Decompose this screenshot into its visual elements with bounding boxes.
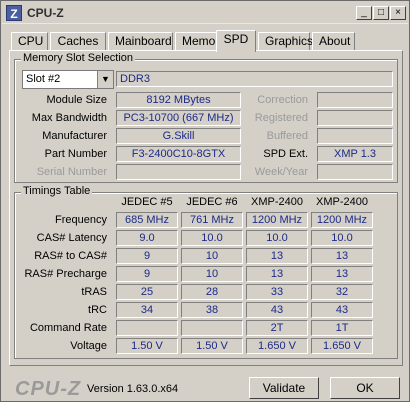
serial-number-label: Serial Number [36, 166, 107, 178]
timing-cell [181, 320, 243, 336]
timing-cell: 1200 MHz [246, 212, 308, 228]
cpuz-window: Z CPU-Z _ □ × CPU Caches Mainboard Memor… [0, 0, 410, 402]
timing-cell: 1.50 V [116, 338, 178, 354]
validate-button[interactable]: Validate [249, 377, 319, 399]
timing-cell: 2T [246, 320, 308, 336]
timing-cell: 1200 MHz [311, 212, 373, 228]
version-label: Version 1.63.0.x64 [87, 383, 179, 395]
timings-col-header: JEDEC #5 [121, 196, 173, 208]
timing-cell: 13 [311, 266, 373, 282]
timing-cell: 43 [311, 302, 373, 318]
memory-slot-group-title: Memory Slot Selection [21, 52, 136, 64]
max-bandwidth-value: PC3-10700 (667 MHz) [116, 110, 241, 126]
timing-cell: 10.0 [246, 230, 308, 246]
buffered-label: Buffered [266, 130, 308, 142]
memory-type-value: DDR3 [116, 71, 393, 87]
buffered-value [317, 128, 393, 144]
timing-cell: 685 MHz [116, 212, 178, 228]
timing-cell: 1T [311, 320, 373, 336]
timing-cell: 1.650 V [246, 338, 308, 354]
timing-cell: 13 [246, 248, 308, 264]
timing-cell: 25 [116, 284, 178, 300]
registered-label: Registered [254, 112, 308, 124]
tab-caches[interactable]: Caches [50, 32, 106, 51]
ok-button[interactable]: OK [330, 377, 400, 399]
tab-bar: CPU Caches Mainboard Memory SPD Graphics… [11, 30, 401, 52]
spd-ext-label: SPD Ext. [263, 148, 308, 160]
part-number-label: Part Number [44, 148, 107, 160]
correction-value [317, 92, 393, 108]
tab-spd[interactable]: SPD [216, 30, 256, 52]
timing-cell: 43 [246, 302, 308, 318]
timing-row-label: tRAS [81, 286, 107, 298]
tab-about[interactable]: About [312, 32, 355, 51]
registered-value [317, 110, 393, 126]
week-year-label: Week/Year [254, 166, 308, 178]
correction-label: Correction [257, 94, 308, 106]
timings-group-title: Timings Table [21, 185, 93, 197]
timing-cell: 10.0 [181, 230, 243, 246]
timing-cell: 9.0 [116, 230, 178, 246]
tab-cpu[interactable]: CPU [11, 32, 48, 51]
spd-ext-value: XMP 1.3 [317, 146, 393, 162]
timing-cell: 9 [116, 266, 178, 282]
week-year-value [317, 164, 393, 180]
chevron-down-icon[interactable]: ▼ [97, 71, 113, 88]
timing-cell: 10.0 [311, 230, 373, 246]
timing-cell [116, 320, 178, 336]
timings-col-header: JEDEC #6 [186, 196, 238, 208]
timing-row-label: RAS# Precharge [24, 268, 107, 280]
timing-row-label: RAS# to CAS# [34, 250, 107, 262]
timing-cell: 10 [181, 266, 243, 282]
timing-cell: 1.650 V [311, 338, 373, 354]
part-number-value: F3-2400C10-8GTX [116, 146, 241, 162]
timing-cell: 761 MHz [181, 212, 243, 228]
title-bar: Z CPU-Z _ □ × [2, 2, 408, 24]
max-bandwidth-label: Max Bandwidth [31, 112, 107, 124]
timing-cell: 32 [311, 284, 373, 300]
close-button[interactable]: × [390, 6, 406, 20]
timing-row-label: Command Rate [29, 322, 107, 334]
timing-cell: 13 [246, 266, 308, 282]
serial-number-value [116, 164, 241, 180]
tab-mainboard[interactable]: Mainboard [108, 32, 173, 51]
timing-cell: 9 [116, 248, 178, 264]
timing-cell: 33 [246, 284, 308, 300]
module-size-value: 8192 MBytes [116, 92, 241, 108]
maximize-button[interactable]: □ [373, 6, 389, 20]
cpuz-logo-icon: Z [6, 5, 22, 21]
tab-graphics[interactable]: Graphics [258, 32, 313, 51]
minimize-button[interactable]: _ [356, 6, 372, 20]
timing-cell: 1.50 V [181, 338, 243, 354]
cpuz-footer-logo: CPU-Z [15, 378, 82, 400]
manufacturer-value: G.Skill [116, 128, 241, 144]
timing-cell: 28 [181, 284, 243, 300]
slot-select[interactable]: Slot #2 ▼ [22, 70, 114, 89]
timings-col-header: XMP-2400 [316, 196, 368, 208]
timing-cell: 10 [181, 248, 243, 264]
timing-row-label: CAS# Latency [36, 232, 107, 244]
module-size-label: Module Size [46, 94, 107, 106]
timings-col-header: XMP-2400 [251, 196, 303, 208]
slot-select-value: Slot #2 [26, 73, 61, 85]
timing-row-label: tRC [88, 304, 107, 316]
timing-row-label: Voltage [70, 340, 107, 352]
timing-row-label: Frequency [55, 214, 107, 226]
window-title: CPU-Z [27, 6, 64, 20]
manufacturer-label: Manufacturer [42, 130, 107, 142]
timing-cell: 34 [116, 302, 178, 318]
timing-cell: 38 [181, 302, 243, 318]
timing-cell: 13 [311, 248, 373, 264]
